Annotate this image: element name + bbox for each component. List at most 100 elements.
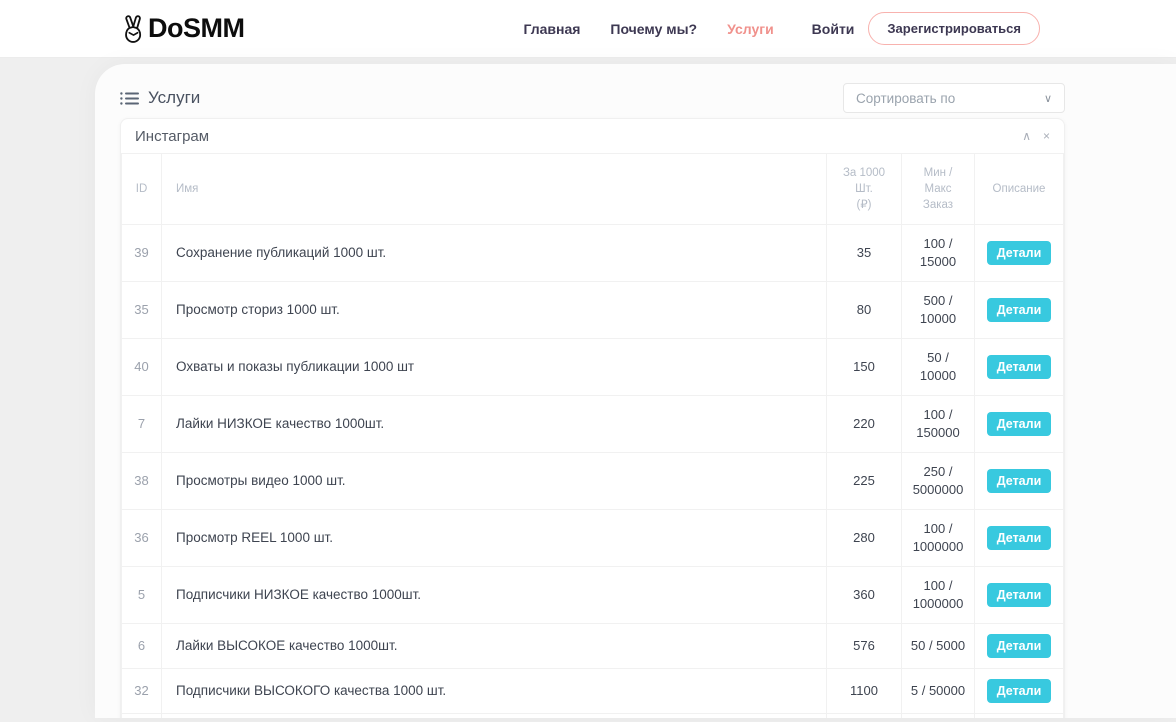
service-description-cell: Детали xyxy=(974,452,1064,510)
column-header: ID xyxy=(121,153,162,225)
main-nav: Главная Почему мы? Услуги xyxy=(523,21,773,37)
service-min-max: 100 / 1000000 xyxy=(901,509,975,567)
services-table: ID Имя За 1000 Шт. (₽) Мин / Макс Заказ Опис… xyxy=(121,153,1064,718)
sort-select-value: Сортировать по xyxy=(856,90,956,106)
service-name: Просмотр сториз 1000 шт. xyxy=(161,281,827,339)
service-name: Подписчики НИЗКОЕ качество 1000шт. xyxy=(161,566,827,624)
column-header: За 1000 Шт. (₽) xyxy=(826,153,902,225)
details-button[interactable]: Детали xyxy=(986,241,1052,265)
service-price: 225 xyxy=(826,452,902,510)
service-description-cell: Детали xyxy=(974,713,1064,718)
service-price: 576 xyxy=(826,623,902,669)
service-name: Лайки НИЗКОЕ качество 1000шт. xyxy=(161,395,827,453)
logo[interactable]: DoSMM xyxy=(120,13,245,44)
column-header: Мин / Макс Заказ xyxy=(901,153,975,225)
service-min-max: 50 / 20000 xyxy=(901,713,975,718)
auth-area: Войти Зарегистрироваться xyxy=(812,12,1040,45)
login-link[interactable]: Войти xyxy=(812,21,855,37)
details-button[interactable]: Детали xyxy=(986,412,1052,436)
service-id: 7 xyxy=(121,395,162,453)
details-button[interactable]: Детали xyxy=(986,469,1052,493)
service-name: Охваты и показы публикации 1000 шт xyxy=(161,338,827,396)
details-button[interactable]: Детали xyxy=(986,634,1052,658)
column-header: Имя xyxy=(161,153,827,225)
details-button[interactable]: Детали xyxy=(986,298,1052,322)
service-id: 40 xyxy=(121,338,162,396)
service-name: Лайки ВЫСОКОЕ качество 1000шт. xyxy=(161,623,827,669)
service-id: 36 xyxy=(121,509,162,567)
table-row: 36 Просмотр REEL 1000 шт. 280 100 / 1000… xyxy=(121,509,1064,567)
table-row: 38 Просмотры видео 1000 шт. 225 250 / 50… xyxy=(121,452,1064,510)
instagram-services-card: Инстаграм ∧ × ID Имя За 1000 Шт. (₽) Мин / … xyxy=(120,118,1065,718)
service-description-cell: Детали xyxy=(974,668,1064,714)
details-button[interactable]: Детали xyxy=(986,583,1052,607)
details-button[interactable]: Детали xyxy=(986,526,1052,550)
content-panel: Услуги Сортировать по ∨ Инстаграм ∧ × ID… xyxy=(95,64,1176,718)
column-header: Описание xyxy=(974,153,1064,225)
service-min-max: 50 / 10000 xyxy=(901,338,975,396)
table-row: 35 Просмотр сториз 1000 шт. 80 500 / 100… xyxy=(121,281,1064,339)
service-id: 32 xyxy=(121,668,162,714)
details-button[interactable]: Детали xyxy=(986,679,1052,703)
service-min-max: 100 / 15000 xyxy=(901,224,975,282)
top-header: DoSMM Главная Почему мы? Услуги Войти За… xyxy=(0,0,1176,58)
list-icon xyxy=(120,91,139,105)
card-header: Инстаграм ∧ × xyxy=(121,119,1064,153)
service-name: Сохранение публикаций 1000 шт. xyxy=(161,224,827,282)
collapse-icon[interactable]: ∧ xyxy=(1022,129,1031,143)
service-min-max: 50 / 5000 xyxy=(901,623,975,669)
sort-select[interactable]: Сортировать по ∨ xyxy=(843,83,1065,113)
services-table-body: 39 Сохранение публикаций 1000 шт. 35 100… xyxy=(121,224,1064,718)
table-row: 39 Сохранение публикаций 1000 шт. 35 100… xyxy=(121,224,1064,282)
service-min-max: 250 / 5000000 xyxy=(901,452,975,510)
register-button[interactable]: Зарегистрироваться xyxy=(868,12,1040,45)
service-name: Подписчики ВЫСОКОГО качества 1000 шт. xyxy=(161,668,827,714)
service-id: 35 xyxy=(121,281,162,339)
card-title: Инстаграм xyxy=(135,127,210,145)
page-background: Услуги Сортировать по ∨ Инстаграм ∧ × ID… xyxy=(0,58,1176,722)
table-row: 7 Лайки НИЗКОЕ качество 1000шт. 220 100 … xyxy=(121,395,1064,453)
service-price: 80 xyxy=(826,281,902,339)
service-min-max: 5 / 50000 xyxy=(901,668,975,714)
table-row: 32 Подписчики ВЫСОКОГО качества 1000 шт.… xyxy=(121,668,1064,714)
service-description-cell: Детали xyxy=(974,281,1064,339)
service-description-cell: Детали xyxy=(974,623,1064,669)
service-price: 1100 xyxy=(826,668,902,714)
table-header-row: ID Имя За 1000 Шт. (₽) Мин / Макс Заказ Опис… xyxy=(121,153,1064,225)
service-name: Просмотры видео 1000 шт. xyxy=(161,452,827,510)
victory-hand-icon xyxy=(125,14,142,43)
nav-link-home[interactable]: Главная xyxy=(523,21,580,37)
details-button[interactable]: Детали xyxy=(986,355,1052,379)
service-price: 220 xyxy=(826,395,902,453)
table-row: 40 Охваты и показы публикации 1000 шт 15… xyxy=(121,338,1064,396)
service-price: 280 xyxy=(826,509,902,567)
service-id: 39 xyxy=(121,224,162,282)
service-id: 5 xyxy=(121,566,162,624)
chevron-down-icon: ∨ xyxy=(1043,92,1052,105)
table-row: 6 Лайки ВЫСОКОЕ качество 1000шт. 576 50 … xyxy=(121,623,1064,669)
service-description-cell: Детали xyxy=(974,566,1064,624)
table-row: 4 Подписчики ВЫСОКОЕ качество 1000шт. 18… xyxy=(121,713,1064,718)
nav-link-why-us[interactable]: Почему мы? xyxy=(610,21,697,37)
nav-link-services[interactable]: Услуги xyxy=(727,21,774,37)
service-name: Просмотр REEL 1000 шт. xyxy=(161,509,827,567)
service-id: 6 xyxy=(121,623,162,669)
service-price: 1848 xyxy=(826,713,902,718)
service-min-max: 100 / 150000 xyxy=(901,395,975,453)
service-min-max: 500 / 10000 xyxy=(901,281,975,339)
service-price: 35 xyxy=(826,224,902,282)
table-row: 5 Подписчики НИЗКОЕ качество 1000шт. 360… xyxy=(121,566,1064,624)
service-price: 360 xyxy=(826,566,902,624)
close-icon[interactable]: × xyxy=(1043,129,1050,143)
service-description-cell: Детали xyxy=(974,509,1064,567)
service-description-cell: Детали xyxy=(974,395,1064,453)
service-id: 4 xyxy=(121,713,162,718)
service-min-max: 100 / 1000000 xyxy=(901,566,975,624)
logo-text: DoSMM xyxy=(148,13,245,43)
services-toolbar: Услуги Сортировать по ∨ xyxy=(120,64,1065,116)
page-title: Услуги xyxy=(148,88,201,107)
service-price: 150 xyxy=(826,338,902,396)
service-name: Подписчики ВЫСОКОЕ качество 1000шт. xyxy=(161,713,827,718)
service-description-cell: Детали xyxy=(974,224,1064,282)
service-description-cell: Детали xyxy=(974,338,1064,396)
